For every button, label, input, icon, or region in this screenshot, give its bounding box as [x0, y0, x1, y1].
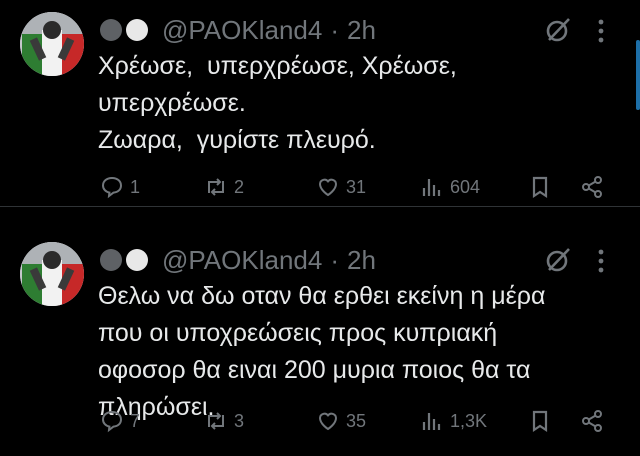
repost-count: 3: [234, 410, 245, 431]
tweet-divider: [0, 206, 640, 207]
reply-icon: [101, 176, 123, 199]
tweet-actions: 7 3 35 1,3K: [100, 404, 620, 438]
share-icon: [582, 410, 602, 432]
bookmark-icon: [532, 410, 548, 433]
views-icon: [422, 179, 441, 196]
views-button[interactable]: 604: [420, 170, 480, 204]
tweet-header: @PAOKland4 · 2h: [100, 10, 376, 50]
grok-icon[interactable]: [544, 246, 572, 274]
reply-icon: [101, 410, 123, 433]
flag-dot-dark-icon: [100, 249, 122, 271]
like-button[interactable]: 31: [316, 170, 366, 204]
reply-button[interactable]: 7: [100, 404, 140, 438]
grok-icon[interactable]: [544, 16, 572, 44]
bookmark-button[interactable]: [528, 404, 552, 438]
tweet-1[interactable]: @PAOKland4 · 2h Χρέωσε, υπερχρέωσε, Χρέω…: [0, 0, 640, 210]
avatar[interactable]: [20, 12, 84, 76]
reply-count: 7: [130, 410, 141, 431]
repost-count: 2: [234, 176, 245, 197]
user-handle[interactable]: @PAOKland4: [162, 245, 322, 276]
tweet-feed: @PAOKland4 · 2h Χρέωσε, υπερχρέωσε, Χρέω…: [0, 0, 640, 456]
tweet-time[interactable]: 2h: [347, 15, 376, 46]
like-button[interactable]: 35: [316, 404, 366, 438]
tweet-text: Χρέωσε, υπερχρέωσε, Χρέωσε, υπερχρέωσε. …: [98, 52, 457, 154]
repost-icon: [208, 412, 224, 430]
view-count: 604: [450, 176, 481, 197]
views-icon: [422, 413, 441, 430]
tweet-2[interactable]: @PAOKland4 · 2h Θελω να δω οταν θα ερθει…: [0, 222, 640, 440]
tweet-actions: 1 2 31 604: [100, 170, 620, 204]
user-handle[interactable]: @PAOKland4: [162, 15, 322, 46]
like-icon: [318, 178, 338, 197]
flag-dot-dark-icon: [100, 19, 122, 41]
like-count: 35: [346, 410, 367, 431]
reply-count: 1: [130, 176, 141, 197]
tweet-time[interactable]: 2h: [347, 245, 376, 276]
separator-dot: ·: [330, 244, 340, 275]
view-count: 1,3K: [450, 410, 488, 431]
flag-dot-light-icon: [126, 19, 148, 41]
like-count: 31: [346, 176, 367, 197]
share-button[interactable]: [580, 404, 604, 438]
like-icon: [318, 412, 338, 431]
bookmark-icon: [532, 176, 548, 199]
avatar[interactable]: [20, 242, 84, 306]
repost-icon: [208, 178, 224, 196]
repost-button[interactable]: 3: [204, 404, 244, 438]
tweet-header: @PAOKland4 · 2h: [100, 240, 376, 280]
separator-dot: ·: [330, 14, 340, 45]
share-button[interactable]: [580, 170, 604, 204]
more-icon[interactable]: [597, 248, 605, 274]
reply-button[interactable]: 1: [100, 170, 140, 204]
views-button[interactable]: 1,3K: [420, 404, 487, 438]
avatar-image: [20, 242, 84, 306]
avatar-image: [20, 12, 84, 76]
repost-button[interactable]: 2: [204, 170, 244, 204]
share-icon: [582, 176, 602, 198]
bookmark-button[interactable]: [528, 170, 552, 204]
flag-dot-light-icon: [126, 249, 148, 271]
more-icon[interactable]: [597, 18, 605, 44]
